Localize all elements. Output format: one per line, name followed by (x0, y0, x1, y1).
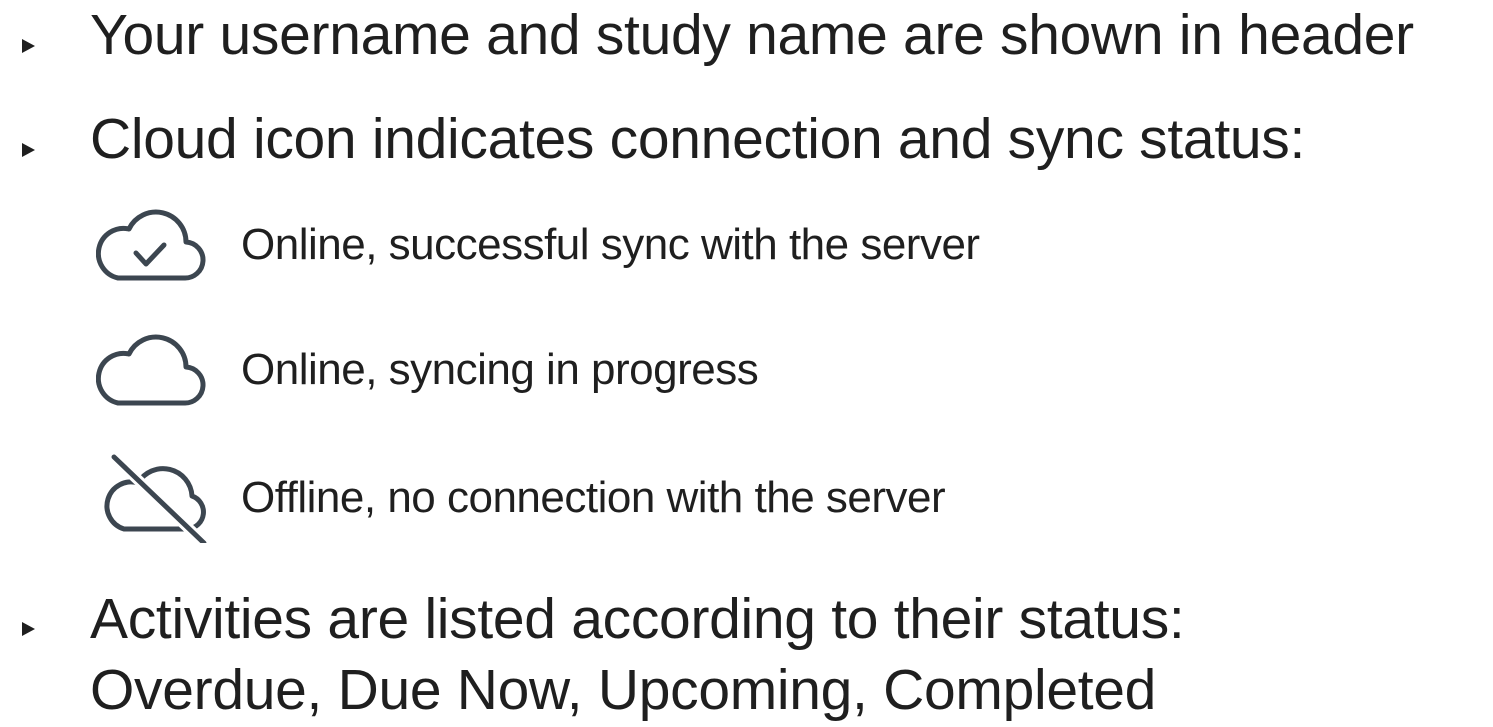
bullet-arrow-icon (22, 39, 35, 53)
bullet-text: Your username and study name are shown i… (90, 3, 1414, 67)
bullet-text-line1: Activities are listed according to their… (90, 587, 1185, 651)
bullet-text-line2: Overdue, Due Now, Upcoming, Completed (90, 658, 1157, 722)
status-row-offline: Offline, no connection with the server (96, 453, 946, 543)
cloud-off-icon (96, 453, 214, 543)
cloud-icon (96, 325, 214, 415)
status-label: Online, successful sync with the server (241, 220, 980, 269)
status-label: Offline, no connection with the server (241, 473, 946, 522)
cloud-check-icon (96, 200, 214, 290)
status-row-synced: Online, successful sync with the server (96, 205, 980, 285)
bullet-arrow-icon (22, 622, 35, 636)
bullet-text: Cloud icon indicates connection and sync… (90, 107, 1305, 171)
status-row-syncing: Online, syncing in progress (96, 330, 759, 410)
status-label: Online, syncing in progress (241, 345, 759, 394)
bullet-arrow-icon (22, 143, 35, 157)
